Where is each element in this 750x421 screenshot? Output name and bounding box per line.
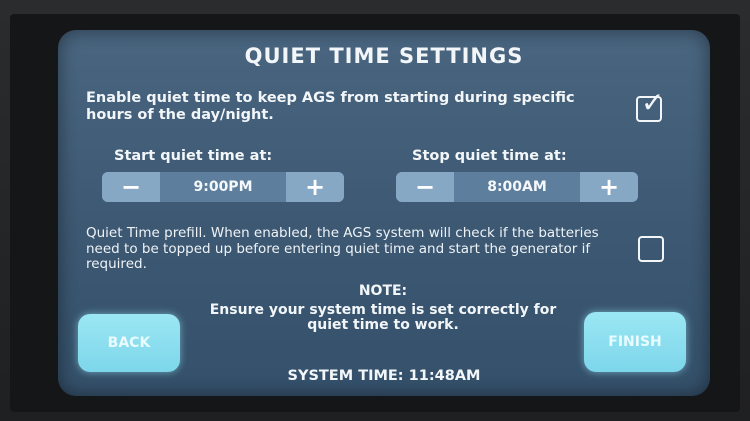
prefill-checkbox[interactable] <box>638 236 664 262</box>
start-time-label: Start quiet time at: <box>114 148 273 164</box>
quiet-time-settings-screen: QUIET TIME SETTINGS Enable quiet time to… <box>58 30 710 396</box>
start-time-value: 9:00PM <box>160 172 286 202</box>
back-button[interactable]: BACK <box>78 314 180 372</box>
enable-quiet-time-checkbox[interactable]: ✓ <box>636 89 664 122</box>
stop-time-value: 8:00AM <box>454 172 580 202</box>
start-time-increment-button[interactable]: + <box>286 172 344 202</box>
prefill-description: Quiet Time prefill. When enabled, the AG… <box>86 225 599 272</box>
enable-quiet-time-text: Enable quiet time to keep AGS from start… <box>86 90 575 123</box>
page-title: QUIET TIME SETTINGS <box>244 44 524 68</box>
stop-time-decrement-button[interactable]: − <box>396 172 454 202</box>
start-time-stepper: − 9:00PM + <box>102 172 344 202</box>
note-heading: NOTE: <box>358 283 408 299</box>
stop-time-increment-button[interactable]: + <box>580 172 638 202</box>
note-body: Ensure your system time is set correctly… <box>209 302 557 333</box>
finish-button[interactable]: FINISH <box>584 312 686 372</box>
stop-time-label: Stop quiet time at: <box>412 148 567 164</box>
checkmark-icon: ✓ <box>641 86 665 119</box>
stop-time-stepper: − 8:00AM + <box>396 172 638 202</box>
start-time-decrement-button[interactable]: − <box>102 172 160 202</box>
system-time: SYSTEM TIME: 11:48AM <box>287 368 481 384</box>
